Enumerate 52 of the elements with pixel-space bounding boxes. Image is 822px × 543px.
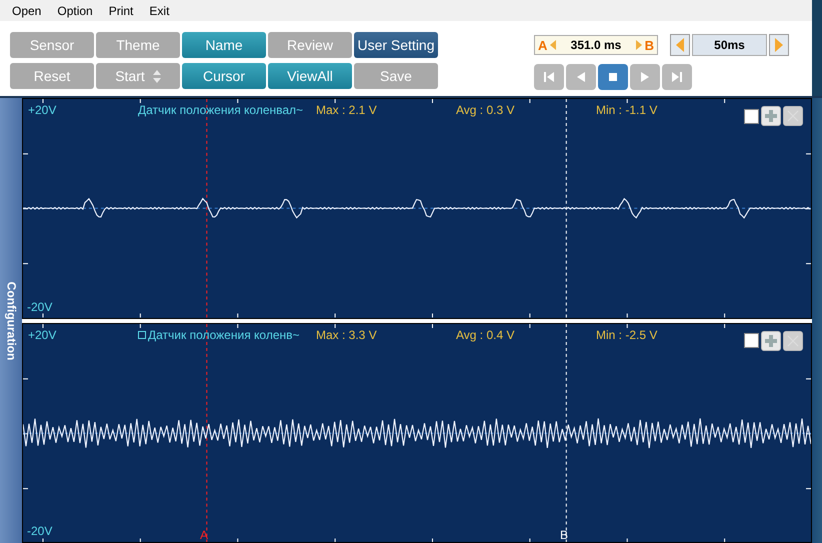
first-icon: [543, 71, 555, 83]
menu-item[interactable]: Exit: [141, 4, 178, 18]
left-triangle-icon: [550, 40, 556, 50]
menu-item[interactable]: Print: [100, 4, 142, 18]
menu-item[interactable]: Open: [4, 4, 50, 18]
stop-icon: [607, 71, 619, 83]
cursor-a-label: A: [538, 38, 548, 52]
next-icon: [639, 71, 651, 83]
left-triangle-icon: [676, 38, 684, 52]
channel-name: Датчик положения коленв~: [138, 328, 300, 342]
plus-icon: [765, 110, 777, 122]
scale-bottom-label: -20V: [27, 524, 52, 538]
toolbar-button[interactable]: Start: [96, 63, 180, 89]
min-reading: Min : -2.5 V: [596, 328, 658, 342]
min-reading: Min : -1.1 V: [596, 103, 658, 117]
cursor-label: A: [200, 528, 208, 542]
cursor-line[interactable]: [206, 324, 208, 542]
plus-icon: [765, 334, 777, 346]
avg-reading: Avg : 0.3 V: [456, 103, 514, 117]
toolbar-button[interactable]: User Setting: [354, 32, 438, 58]
scale-top-label: +20V: [28, 103, 56, 117]
cursor-label: B: [560, 528, 568, 542]
prev-button[interactable]: [566, 64, 596, 90]
timebase-field[interactable]: 50ms: [692, 34, 767, 56]
prev-icon: [575, 71, 587, 83]
increase-button[interactable]: [769, 34, 789, 56]
right-triangle-icon: [636, 40, 642, 50]
last-icon: [671, 71, 683, 83]
max-reading: Max : 3.3 V: [316, 328, 377, 342]
scale-bottom-label: -20V: [27, 300, 52, 314]
spinner-icon: [152, 70, 161, 82]
menu-item[interactable]: Option: [49, 4, 101, 18]
stop-button[interactable]: [598, 64, 628, 90]
right-triangle-icon: [775, 38, 783, 52]
first-button[interactable]: [534, 64, 564, 90]
next-button[interactable]: [630, 64, 660, 90]
checkbox[interactable]: [744, 333, 759, 348]
scale-top-label: +20V: [28, 328, 56, 342]
cursor-distance: 351.0 ms: [570, 38, 622, 52]
last-button[interactable]: [662, 64, 692, 90]
max-reading: Max : 2.1 V: [316, 103, 377, 117]
decrease-button[interactable]: [670, 34, 690, 56]
avg-reading: Avg : 0.4 V: [456, 328, 514, 342]
close-button[interactable]: [783, 330, 803, 350]
zoom-in-button[interactable]: [761, 330, 781, 350]
toolbar-button[interactable]: Cursor: [182, 63, 266, 89]
toolbar-button[interactable]: ViewAll: [268, 63, 352, 89]
channel-name: Датчик положения коленвал~: [138, 103, 304, 117]
toolbar-button[interactable]: Name: [182, 32, 266, 58]
cursor-b-label: B: [644, 38, 654, 52]
configuration-tab[interactable]: Configuration: [0, 98, 22, 543]
checkbox[interactable]: [744, 108, 759, 124]
